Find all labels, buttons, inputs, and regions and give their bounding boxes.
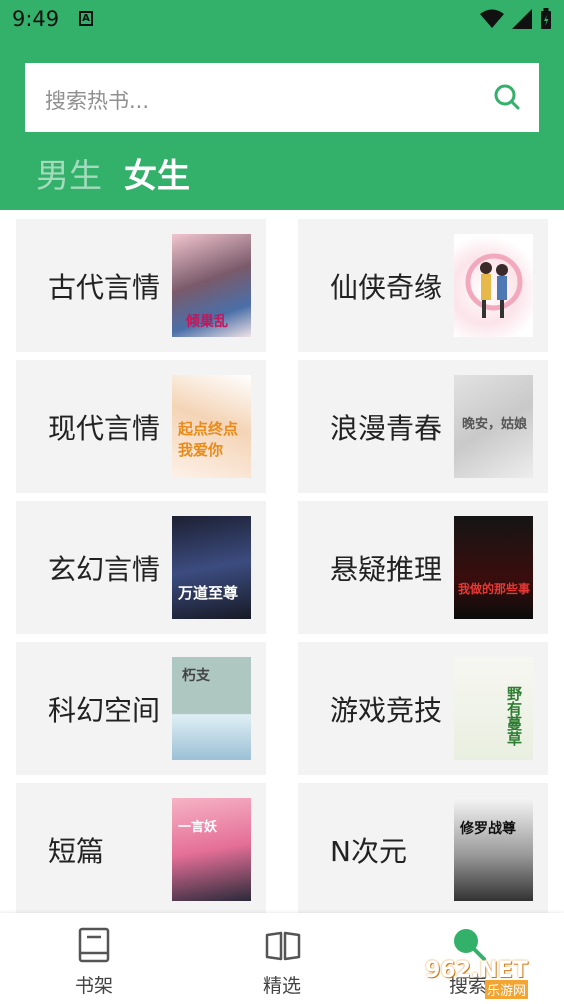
category-label: 科幻空间 [48,693,161,727]
nav-label: 精选 [262,975,301,997]
wifi-icon [480,9,504,28]
signal-icon [512,9,532,29]
status-time: 9:49 [12,7,60,31]
book-cover: 朽支 [172,657,251,760]
cover-title: 万道至尊 [178,584,239,602]
category-card-modern-romance[interactable]: 现代言情 起点终点我爱你 [16,360,266,493]
category-card-scifi[interactable]: 科幻空间 朽支 [16,642,266,775]
category-card-n-dimension[interactable]: N次元 修罗战尊 [298,783,548,916]
nav-label: 书架 [74,975,113,997]
book-cover: 起点终点我爱你 [172,375,251,478]
cover-title: 我做的那些事 [458,582,531,596]
notification-icon: A [79,11,93,26]
book-cover: 一言妖 [172,798,251,901]
cover-title: 修罗战尊 [460,821,516,837]
category-label: 游戏竞技 [330,693,443,727]
category-card-fantasy-romance[interactable]: 玄幻言情 万道至尊 [16,501,266,634]
watermark-subtext: 乐游网 [485,980,529,999]
book-cover: 修罗战尊 [454,798,533,901]
category-label: 仙侠奇缘 [330,270,443,304]
category-label: 古代言情 [48,270,161,304]
battery-icon [541,8,551,29]
book-cover [454,234,533,337]
cover-title: 晚安，姑娘 [462,417,528,432]
tab-male[interactable]: 男生 [36,156,102,196]
cover-title: 倾巢乱 [186,314,228,330]
category-label: N次元 [330,834,407,868]
category-card-xianxia[interactable]: 仙侠奇缘 [298,219,548,352]
bookshelf-icon [78,927,110,963]
status-icons [480,8,552,30]
cover-title: 起点终点我爱你 [178,420,239,459]
cover-title: 朽支 [182,668,210,684]
book-cover: 我做的那些事 [454,516,533,619]
book-cover: 野有蔓草 [454,657,533,760]
category-label: 短篇 [48,834,105,868]
cover-title: 野有蔓草 [505,686,523,746]
search-icon[interactable] [493,83,521,111]
category-card-mystery[interactable]: 悬疑推理 我做的那些事 [298,501,548,634]
category-label: 浪漫青春 [330,411,443,445]
search-bar[interactable]: 搜索热书... [25,63,539,132]
cover-title: 一言妖 [178,820,218,835]
category-card-youth-romance[interactable]: 浪漫青春 晚安，姑娘 [298,360,548,493]
book-cover: 倾巢乱 [172,234,251,337]
watermark-logo: 962.NET 乐游网 [425,958,557,999]
open-book-icon [265,931,301,961]
status-bar: 9:49 A [0,0,564,40]
tab-female[interactable]: 女生 [124,156,190,196]
category-card-ancient-romance[interactable]: 古代言情 倾巢乱 [16,219,266,352]
book-cover: 万道至尊 [172,516,251,619]
couple-illustration [465,253,523,318]
category-card-short-story[interactable]: 短篇 一言妖 [16,783,266,916]
category-label: 玄幻言情 [48,552,161,586]
book-cover: 晚安，姑娘 [454,375,533,478]
category-label: 悬疑推理 [330,552,443,586]
nav-bookshelf[interactable]: 书架 [34,913,154,1004]
category-label: 现代言情 [48,411,161,445]
nav-featured[interactable]: 精选 [222,913,342,1004]
search-placeholder[interactable]: 搜索热书... [45,85,149,115]
category-card-gaming[interactable]: 游戏竞技 野有蔓草 [298,642,548,775]
